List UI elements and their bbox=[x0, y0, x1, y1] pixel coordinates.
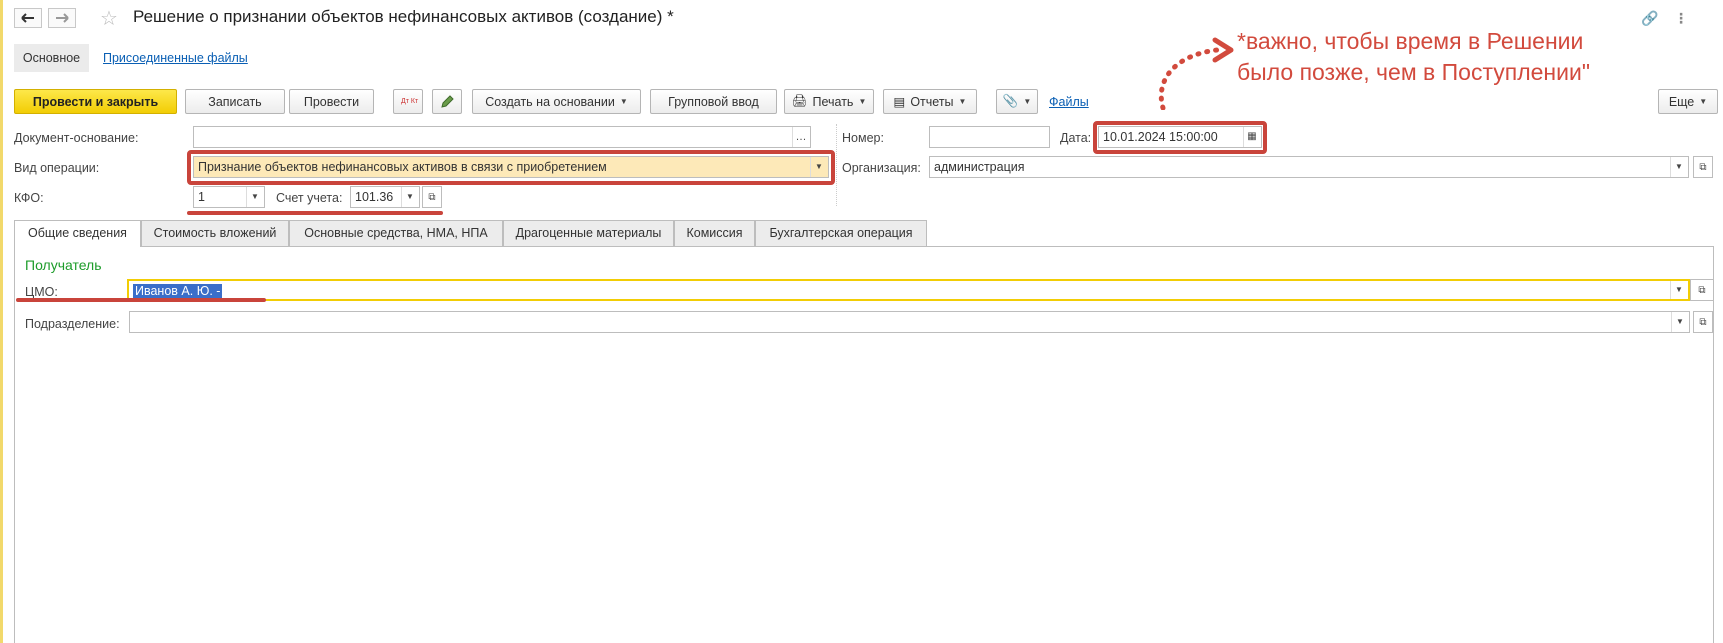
report-icon: ▤ bbox=[893, 95, 906, 109]
back-button[interactable] bbox=[14, 8, 42, 28]
more-button[interactable]: Еще ▼ bbox=[1658, 89, 1718, 114]
number-label: Номер: bbox=[842, 131, 884, 145]
organization-select[interactable]: администрация ▼ bbox=[929, 156, 1689, 178]
save-button[interactable]: Записать bbox=[185, 89, 285, 114]
chevron-down-icon[interactable]: ▼ bbox=[1671, 312, 1688, 332]
cmo-label: ЦМО: bbox=[25, 285, 58, 299]
attach-button[interactable]: 📎 ▼ bbox=[996, 89, 1038, 114]
open-organization-button[interactable]: ⧉ bbox=[1693, 156, 1713, 178]
date-label: Дата: bbox=[1060, 131, 1092, 145]
open-department-button[interactable]: ⧉ bbox=[1693, 311, 1713, 333]
arrow-right-icon bbox=[56, 13, 69, 23]
doc-base-label: Документ-основание: bbox=[14, 131, 139, 145]
more-label: Еще bbox=[1668, 94, 1695, 109]
chevron-down-icon[interactable]: ▼ bbox=[1670, 157, 1687, 177]
cmo-underline bbox=[16, 298, 266, 302]
account-select[interactable]: 101.36 ▼ bbox=[350, 186, 420, 208]
create-based-on-label: Создать на основании bbox=[485, 94, 615, 109]
window-left-edge bbox=[0, 0, 3, 643]
open-icon: ⧉ bbox=[428, 191, 436, 203]
tab-accounting-operation[interactable]: Бухгалтерская операция bbox=[755, 220, 927, 246]
subnav-files-link[interactable]: Присоединенные файлы bbox=[103, 44, 248, 72]
open-icon: ⧉ bbox=[1699, 316, 1707, 328]
annotation-note: *важно, чтобы время в Решении было позже… bbox=[1237, 26, 1590, 88]
dt-kt-icon: Дт Кт bbox=[401, 97, 419, 105]
tab-panel-general bbox=[14, 246, 1714, 643]
link-icon[interactable]: 🔗 bbox=[1641, 10, 1658, 27]
pen-icon bbox=[441, 94, 454, 108]
recipient-section-title: Получатель bbox=[25, 257, 102, 273]
chevron-down-icon: ▼ bbox=[858, 97, 867, 106]
print-button[interactable]: 🖨 Печать ▼ bbox=[784, 89, 874, 114]
account-value: 101.36 bbox=[355, 190, 394, 204]
tab-commission[interactable]: Комиссия bbox=[674, 220, 755, 246]
edit-pen-button[interactable] bbox=[432, 89, 462, 114]
number-field[interactable] bbox=[929, 126, 1050, 148]
chevron-down-icon: ▼ bbox=[958, 97, 967, 106]
doc-base-field[interactable]: … bbox=[193, 126, 811, 148]
kfo-label: КФО: bbox=[14, 191, 44, 205]
paperclip-icon: 📎 bbox=[1002, 94, 1019, 108]
operation-highlight-box bbox=[187, 150, 835, 185]
date-highlight-box bbox=[1093, 121, 1267, 154]
chevron-down-icon[interactable]: ▼ bbox=[1670, 281, 1687, 299]
operation-label: Вид операции: bbox=[14, 161, 100, 175]
reports-label: Отчеты bbox=[910, 94, 954, 109]
open-icon: ⧉ bbox=[1698, 284, 1706, 296]
tab-investment-cost[interactable]: Стоимость вложений bbox=[141, 220, 289, 246]
department-label: Подразделение: bbox=[25, 317, 120, 331]
kfo-value: 1 bbox=[198, 190, 205, 204]
post-and-close-button[interactable]: Провести и закрыть bbox=[14, 89, 177, 114]
subnav-main[interactable]: Основное bbox=[14, 44, 89, 72]
forward-button[interactable] bbox=[48, 8, 76, 28]
arrow-left-icon bbox=[21, 13, 34, 23]
post-button[interactable]: Провести bbox=[289, 89, 374, 114]
annotation-line-1: *важно, чтобы время в Решении bbox=[1237, 28, 1584, 54]
dt-kt-button[interactable]: Дт Кт bbox=[393, 89, 423, 114]
chevron-down-icon[interactable]: ▼ bbox=[401, 187, 418, 207]
page-title: Решение о признании объектов нефинансовы… bbox=[133, 7, 674, 26]
tab-general[interactable]: Общие сведения bbox=[14, 220, 141, 247]
organization-label: Организация: bbox=[842, 161, 921, 175]
column-divider bbox=[836, 124, 837, 206]
cmo-select[interactable]: Иванов А. Ю. - ▼ bbox=[127, 279, 1690, 301]
open-cmo-button[interactable]: ⧉ bbox=[1690, 279, 1714, 301]
files-link[interactable]: Файлы bbox=[1049, 95, 1089, 109]
annotation-line-2: было позже, чем в Поступлении" bbox=[1237, 59, 1590, 85]
printer-icon: 🖨 bbox=[791, 94, 808, 108]
group-input-button[interactable]: Групповой ввод bbox=[650, 89, 777, 114]
chevron-down-icon: ▼ bbox=[1023, 97, 1032, 106]
tab-fixed-assets[interactable]: Основные средства, НМА, НПА bbox=[289, 220, 503, 246]
star-icon[interactable]: ☆ bbox=[100, 6, 118, 31]
kfo-account-underline bbox=[187, 211, 443, 215]
cmo-value: Иванов А. Ю. - bbox=[133, 284, 223, 298]
annotation-arrow bbox=[1158, 37, 1234, 110]
ellipsis-icon[interactable]: … bbox=[792, 127, 809, 147]
account-label: Счет учета: bbox=[276, 191, 343, 205]
open-account-button[interactable]: ⧉ bbox=[422, 186, 442, 208]
chevron-down-icon[interactable]: ▼ bbox=[246, 187, 263, 207]
reports-button[interactable]: ▤ Отчеты ▼ bbox=[883, 89, 977, 114]
chevron-down-icon: ▼ bbox=[1699, 97, 1708, 106]
chevron-down-icon: ▼ bbox=[619, 97, 628, 106]
tab-precious-materials[interactable]: Драгоценные материалы bbox=[503, 220, 674, 246]
department-select[interactable]: ▼ bbox=[129, 311, 1690, 333]
open-icon: ⧉ bbox=[1699, 161, 1707, 173]
organization-value: администрация bbox=[934, 160, 1025, 174]
create-based-on-button[interactable]: Создать на основании ▼ bbox=[472, 89, 641, 114]
kfo-select[interactable]: 1 ▼ bbox=[193, 186, 265, 208]
more-vertical-icon[interactable]: ⋮ bbox=[1674, 10, 1688, 27]
print-label: Печать bbox=[812, 94, 854, 109]
